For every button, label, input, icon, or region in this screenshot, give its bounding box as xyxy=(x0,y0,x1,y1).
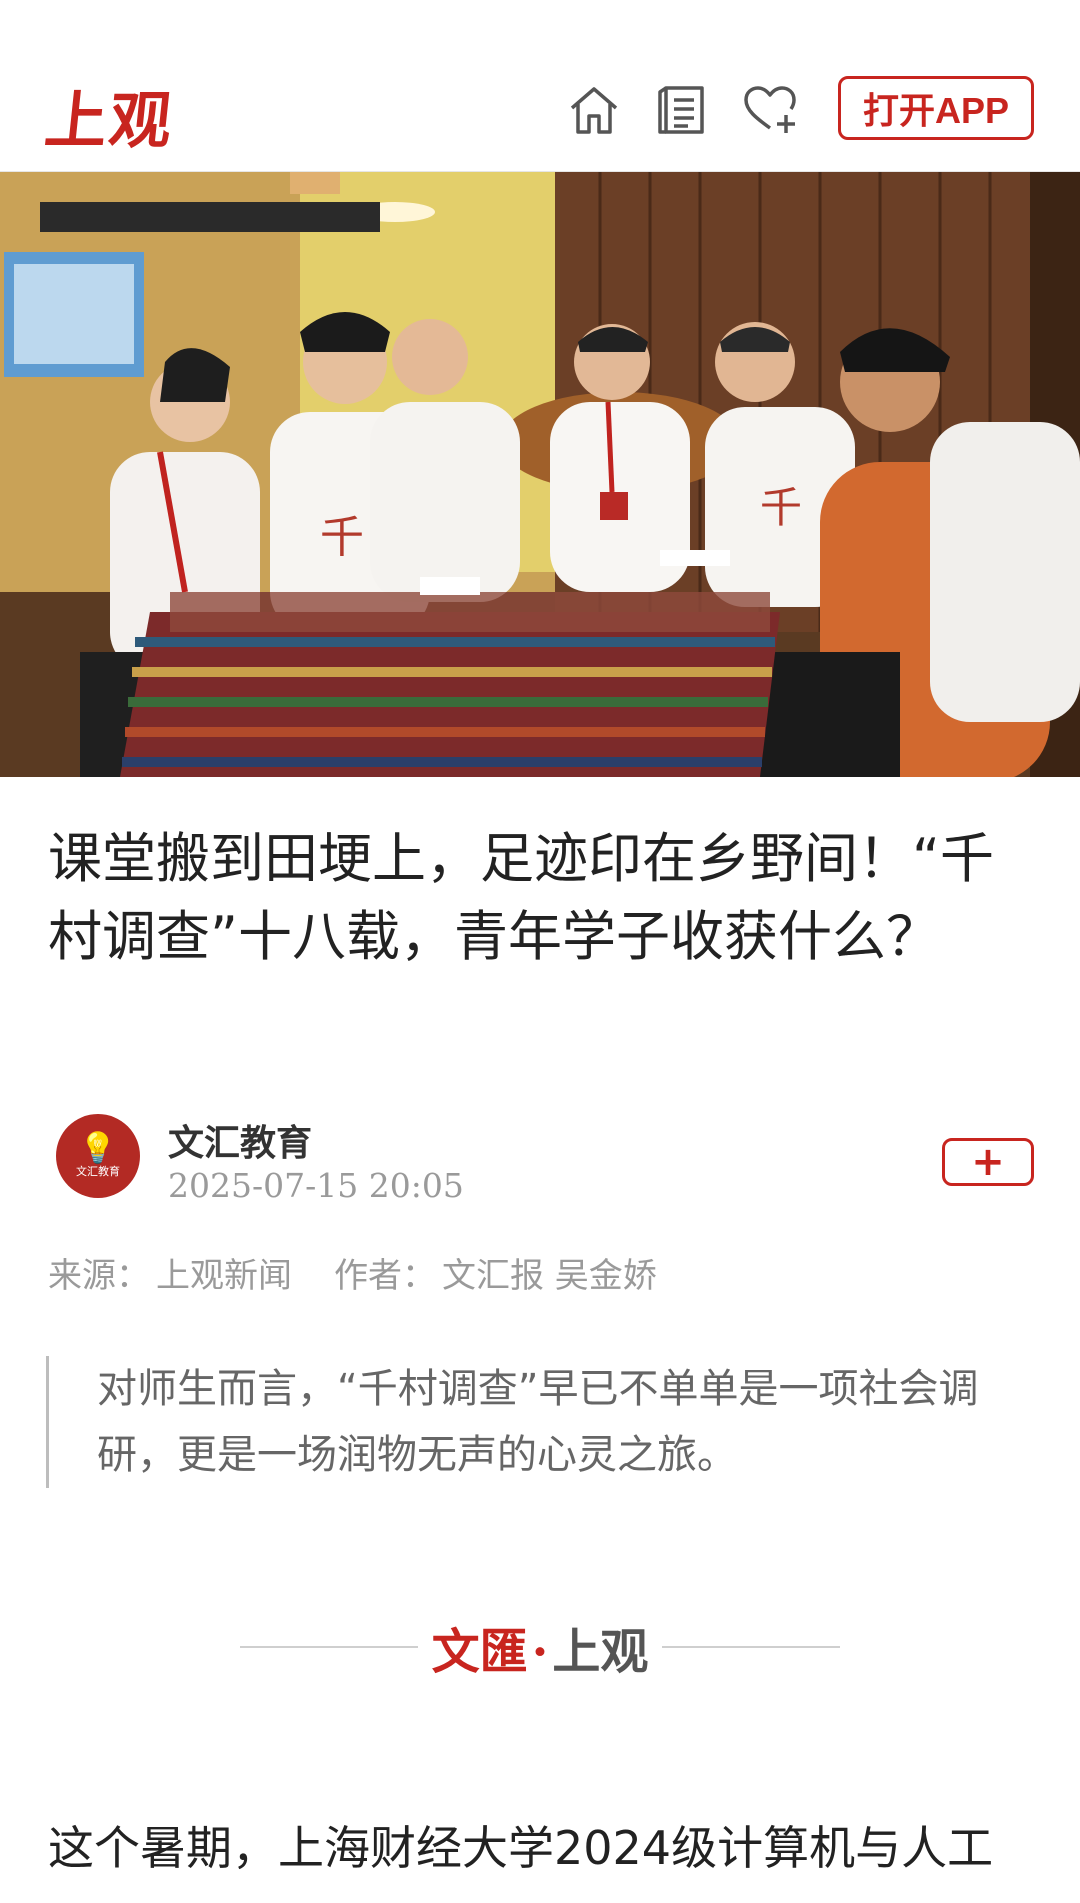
brand-divider: 文匯·上观 xyxy=(240,1612,840,1682)
author-name[interactable]: 文汇教育 xyxy=(168,1114,312,1166)
divider-line-right xyxy=(662,1646,840,1648)
article-page: 上观 打开APP 千 千 课堂搬到田埂上，足迹印在乡野间！“千村调查”十八载，青… xyxy=(0,0,1080,1903)
app-logo[interactable]: 上观 xyxy=(41,70,178,160)
author-value: 文汇报 吴金娇 xyxy=(442,1256,657,1296)
author-label: 作者： xyxy=(334,1256,436,1296)
svg-text:千: 千 xyxy=(760,483,802,532)
svg-text:千: 千 xyxy=(320,512,364,563)
article-body: 这个暑期，上海财经大学2024级计算机与人工 xyxy=(48,1821,994,1875)
author-avatar[interactable]: 💡 文汇教育 xyxy=(56,1114,140,1198)
source-value: 上观新闻 xyxy=(156,1256,292,1296)
favorite-add-icon[interactable] xyxy=(742,82,798,138)
article-summary: 对师生而言，“千村调查”早已不单单是一项社会调研，更是一场润物无声的心灵之旅。 xyxy=(46,1356,1036,1488)
brand-dot: · xyxy=(531,1624,549,1680)
article-meta: 来源： 上观新闻 作者： 文汇报 吴金娇 xyxy=(48,1248,663,1297)
follow-button[interactable]: + xyxy=(942,1138,1034,1186)
open-app-button[interactable]: 打开APP xyxy=(838,76,1034,140)
source-label: 来源： xyxy=(48,1256,150,1296)
brand-mark: 文匯·上观 xyxy=(432,1612,649,1682)
home-icon[interactable] xyxy=(566,82,622,138)
hero-photo: 千 千 xyxy=(0,172,1080,777)
brand-right: 上观 xyxy=(552,1624,649,1680)
news-icon[interactable] xyxy=(656,82,712,138)
publish-time: 2025-07-15 20:05 xyxy=(168,1166,464,1205)
divider-line-left xyxy=(240,1646,418,1648)
top-bar: 上观 打开APP xyxy=(0,0,1080,172)
article-title: 课堂搬到田埂上，足迹印在乡野间！“千村调查”十八载，青年学子收获什么？ xyxy=(48,827,994,968)
brand-left: 文匯 xyxy=(431,1624,528,1680)
avatar-label: 文汇教育 xyxy=(76,1165,120,1178)
lightbulb-icon: 💡 xyxy=(79,1131,117,1166)
